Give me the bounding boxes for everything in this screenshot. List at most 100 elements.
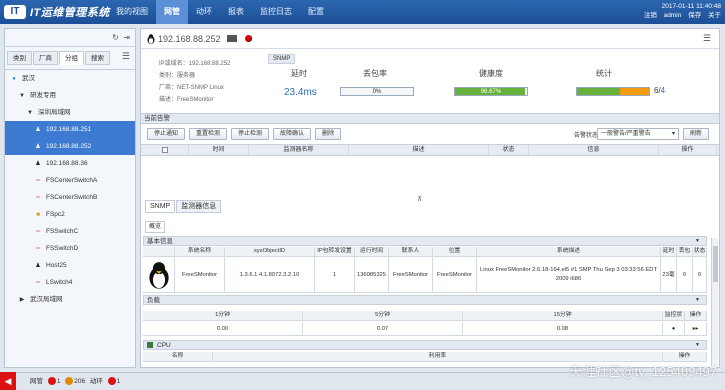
nav-monitor-log[interactable]: 监控日志 [252, 0, 300, 24]
detail-scrollbar[interactable] [711, 238, 718, 366]
location-pin-icon: ● [12, 76, 16, 82]
switch-icon: ═ [35, 229, 41, 235]
chevron-down-icon: ▾ [671, 131, 675, 137]
tree-node-label: LSwitch4 [46, 279, 73, 286]
tree-node-label: FSSwitchC [46, 228, 79, 235]
expand-icon: ▼ [19, 93, 25, 99]
panel-menu-icon[interactable]: ☰ [703, 33, 711, 44]
logout-link[interactable]: 注销 [644, 12, 657, 19]
tree-node[interactable]: ♟ 192.168.88.36 [5, 155, 135, 172]
nav-my-view[interactable]: 我的视图 [108, 0, 156, 24]
save-link[interactable]: 保存 [688, 12, 701, 19]
tree-node[interactable]: ♟ 192.168.88.251 [5, 121, 135, 138]
confirm-fault-button[interactable]: 故障确认 [273, 128, 312, 140]
tree-node-label: FSpc2 [46, 211, 65, 218]
tree-node-label: FSCenterSwitchA [46, 177, 98, 184]
watermark: 天涯社区@ty_125409497 [569, 364, 717, 379]
cpu-header: CPU ▼ [143, 340, 707, 350]
stats-bar [576, 87, 650, 96]
cpu-icon [147, 342, 153, 349]
stats-label: 统计 [596, 69, 612, 78]
delete-button[interactable]: 删除 [315, 128, 342, 140]
tree-node[interactable]: ═ FSSwitchD [5, 240, 135, 257]
env-count[interactable]: 206 [74, 378, 85, 385]
tab-category[interactable]: 类别 [7, 51, 32, 65]
dyn-count[interactable]: 1 [117, 378, 121, 385]
linux-icon [147, 33, 155, 44]
stop-notify-button[interactable]: 停止通知 [147, 128, 186, 140]
tab-overview[interactable]: 概览 [145, 221, 166, 233]
tree-node-label: FSCenterSwitchB [46, 194, 98, 201]
kv-vendor: 厂商：NET-SNMP Linux [159, 85, 224, 91]
tab-snmp[interactable]: SNMP [145, 200, 176, 213]
status-dot [244, 35, 252, 42]
top-bar: IT IT运维管理系统 我的视图 网管 动环 报表 监控日志 配置 2017-0… [0, 0, 725, 24]
loss-bar: 0% [340, 87, 414, 96]
latency-label: 延时 [291, 69, 307, 78]
alert-status-select[interactable]: 一般警告/严重警告 ▾ [597, 128, 679, 140]
kv-desc: 描述：FreeSMonitor [159, 97, 214, 103]
refresh-button[interactable]: 刷新 [682, 128, 709, 140]
tree-node[interactable]: ═ FSCenterSwitchA [5, 172, 135, 189]
detail-tabs: SNMP 监测器信息 [145, 200, 222, 213]
nav-reports[interactable]: 报表 [220, 0, 252, 24]
protocol-tag: SNMP [268, 54, 296, 64]
stats-value: 6/4 [654, 86, 666, 95]
device-tree: ● 武汉 ▼ 研发专用 ▼ 深圳局域网 ♟ 192.168.88.251 ♟ 192.168.88… [5, 69, 135, 308]
col-status: 状态 [489, 145, 529, 155]
alarm-toggle-button[interactable]: ◀ [0, 372, 16, 390]
alerts-grid-header: 时间 监测器名称 描述 状态 信息 操作 [141, 144, 719, 156]
stop-check-button[interactable]: 停止检测 [231, 128, 270, 140]
net-count[interactable]: 1 [57, 378, 61, 385]
alerts-title: 当前告警 [141, 113, 719, 124]
linux-icon [143, 257, 175, 293]
tree-node[interactable]: ═ FSSwitchC [5, 223, 135, 240]
logo-mark: IT [4, 5, 26, 19]
tree-node[interactable]: ♟ 192.168.88.252 [5, 138, 135, 155]
nav-network[interactable]: 网管 [156, 0, 188, 24]
reset-check-button[interactable]: 重置检测 [189, 128, 228, 140]
nav-config[interactable]: 配置 [300, 0, 332, 24]
linux-icon: ♟ [35, 161, 41, 167]
col-check[interactable] [141, 145, 189, 155]
tree-node[interactable]: ▼ 深圳局域网 [5, 104, 135, 121]
pin-icon[interactable]: ⇥ [123, 33, 130, 42]
collapse-icon: ▼ [695, 238, 700, 244]
tree-node[interactable]: ♟ Host25 [5, 257, 135, 274]
app-logo: IT IT运维管理系统 [4, 4, 110, 20]
tree-node[interactable]: ● 武汉 [5, 70, 135, 87]
tree-node-label: 武汉局域网 [30, 296, 63, 303]
tree-node-label: 192.168.88.36 [46, 160, 88, 167]
tab-search[interactable]: 搜索 [85, 51, 110, 65]
basic-info-row: FreeSMonitor 1.3.6.1.4.1.8072.3.2.10 1 1… [143, 257, 707, 293]
sidebar-tabs: 类别 厂商 分组 搜索 [7, 51, 135, 65]
collapse-icon: ▼ [695, 297, 700, 303]
action-forward-icon[interactable]: ▸▸ [685, 322, 707, 336]
tab-monitor-info[interactable]: 监测器信息 [176, 200, 222, 213]
tree-node[interactable]: ═ LSwitch4 [5, 274, 135, 291]
tree-node[interactable]: ═ FSCenterSwitchB [5, 189, 135, 206]
collapse-icon[interactable]: ⊼ [417, 195, 422, 203]
alarm-red-icon [107, 377, 116, 386]
collapse-icon: ▶ [19, 297, 25, 303]
expand-icon: ▼ [27, 110, 33, 116]
linux-icon: ♟ [35, 144, 41, 150]
tree-node-label: 研发专用 [30, 92, 56, 99]
tab-vendor[interactable]: 厂商 [33, 51, 58, 65]
main-panel: 192.168.88.252 ☰ IP或域名：192.168.88.252 类别… [140, 28, 720, 368]
col-desc: 描述 [349, 145, 489, 155]
tree-node[interactable]: ▼ 研发专用 [5, 87, 135, 104]
tree-node[interactable]: ■ FSpc2 [5, 206, 135, 223]
col-time: 时间 [189, 145, 249, 155]
switch-icon: ═ [35, 246, 41, 252]
sidebar-menu-icon[interactable]: ☰ [122, 51, 130, 62]
app-title: IT运维管理系统 [30, 7, 110, 19]
tree-node[interactable]: ▶ 武汉局域网 [5, 291, 135, 308]
device-summary: IP或域名：192.168.88.252 类别：服务器 厂商：NET-SNMP … [141, 49, 719, 113]
nav-environment[interactable]: 动环 [188, 0, 220, 24]
refresh-icon[interactable]: ↻ [112, 33, 119, 42]
tab-group[interactable]: 分组 [59, 51, 84, 65]
collapse-icon: ▼ [695, 342, 700, 348]
about-link[interactable]: 关于 [708, 12, 721, 19]
monitor-icon [226, 35, 237, 42]
